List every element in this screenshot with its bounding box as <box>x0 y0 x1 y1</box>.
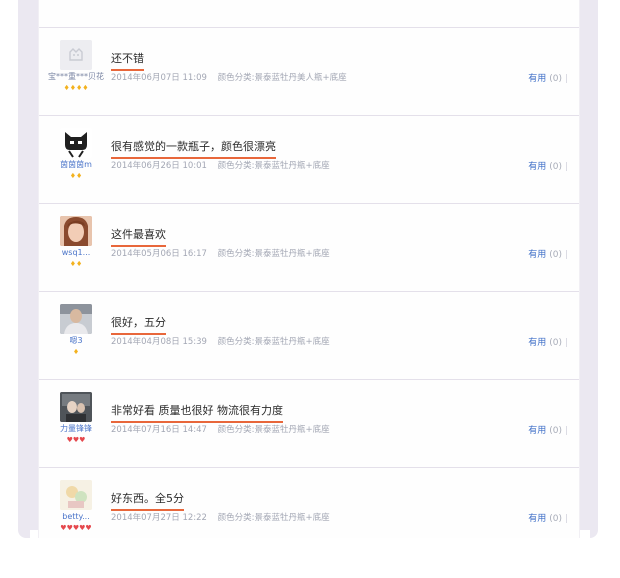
useful-vote: 有用 (0) <box>528 161 567 173</box>
divider <box>566 514 567 523</box>
buyer-level-badge: ♦♦ <box>69 172 83 180</box>
divider <box>566 74 567 83</box>
divider <box>566 426 567 435</box>
review-meta: 2014年07月27日 12:22 颜色分类:景泰蓝牡丹瓶+底座 <box>111 512 330 524</box>
review-row: wsq1... ♦♦ 这件最喜欢 2014年05月06日 16:17 颜色分类:… <box>39 203 579 292</box>
review-username[interactable]: 茵茵茵m <box>45 160 107 170</box>
review-comment: 非常好看 质量也很好 物流很有力度 <box>111 404 283 423</box>
useful-button[interactable]: 有用 <box>528 250 546 260</box>
buyer-level-badge: ♦ <box>72 348 80 356</box>
useful-button[interactable]: 有用 <box>528 426 546 436</box>
useful-vote: 有用 (0) <box>528 73 567 85</box>
review-username[interactable]: 力量锋锋 <box>45 424 107 434</box>
review-row: 嗯3 ♦ 很好，五分 2014年04月08日 15:39 颜色分类:景泰蓝牡丹瓶… <box>39 291 579 380</box>
review-date: 2014年04月08日 15:39 <box>111 337 207 347</box>
review-meta: 2014年06月26日 10:01 颜色分类:景泰蓝牡丹瓶+底座 <box>111 160 330 172</box>
review-spec: 颜色分类:景泰蓝牡丹瓶+底座 <box>217 337 330 347</box>
buyer-level-badge: ♥♥♥♥♥ <box>60 524 92 532</box>
avatar-cat[interactable] <box>60 128 92 158</box>
review-username[interactable]: 嗯3 <box>45 336 107 346</box>
review-date: 2014年07月16日 14:47 <box>111 425 207 435</box>
avatar-default[interactable] <box>60 40 92 70</box>
divider <box>566 338 567 347</box>
review-spec: 颜色分类:景泰蓝牡丹瓶+底座 <box>217 161 330 171</box>
default-avatar-icon <box>60 40 92 70</box>
avatar-photo-man[interactable] <box>60 304 92 334</box>
review-comment: 很有感觉的一款瓶子，颜色很漂亮 <box>111 140 276 159</box>
review-date: 2014年06月26日 10:01 <box>111 161 207 171</box>
useful-count: (0) <box>549 514 562 524</box>
buyer-level-badge: ♦♦ <box>69 260 83 268</box>
review-row: 宝***重***贝花 ♦♦♦♦ 还不错 2014年06月07日 11:09 颜色… <box>39 27 579 116</box>
review-row: 茵茵茵m ♦♦ 很有感觉的一款瓶子，颜色很漂亮 2014年06月26日 10:0… <box>39 115 579 204</box>
avatar-photo-girl[interactable] <box>60 216 92 246</box>
buyer-level-badge: ♥♥♥ <box>66 436 86 444</box>
review-list: 宝***重***贝花 ♦♦♦♦ 还不错 2014年06月07日 11:09 颜色… <box>38 0 580 538</box>
useful-count: (0) <box>549 162 562 172</box>
useful-count: (0) <box>549 74 562 84</box>
review-comment: 还不错 <box>111 52 144 71</box>
useful-count: (0) <box>549 250 562 260</box>
useful-vote: 有用 (0) <box>528 425 567 437</box>
review-meta: 2014年06月07日 11:09 颜色分类:景泰蓝牡丹美人瓶+底座 <box>111 72 347 84</box>
portrait-avatar-icon <box>60 216 92 246</box>
review-spec: 颜色分类:景泰蓝牡丹瓶+底座 <box>217 425 330 435</box>
review-row: betty... ♥♥♥♥♥ 好东西。全5分 2014年07月27日 12:22… <box>39 467 579 538</box>
cat-avatar-icon <box>60 128 92 158</box>
useful-button[interactable]: 有用 <box>528 338 546 348</box>
useful-button[interactable]: 有用 <box>528 162 546 172</box>
avatar-photo-group[interactable] <box>60 392 92 422</box>
review-username[interactable]: 宝***重***贝花 <box>45 72 107 82</box>
portrait-avatar-icon <box>60 392 92 422</box>
review-meta: 2014年04月08日 15:39 颜色分类:景泰蓝牡丹瓶+底座 <box>111 336 330 348</box>
review-row-previous <box>39 0 579 28</box>
useful-vote: 有用 (0) <box>528 513 567 525</box>
useful-count: (0) <box>549 426 562 436</box>
useful-count: (0) <box>549 338 562 348</box>
buyer-level-badge: ♦♦♦♦ <box>63 84 89 92</box>
portrait-avatar-icon <box>60 304 92 334</box>
review-username[interactable]: betty... <box>45 512 107 522</box>
review-spec: 颜色分类:景泰蓝牡丹瓶+底座 <box>217 249 330 259</box>
avatar-cartoon[interactable] <box>60 480 92 510</box>
review-comment: 好东西。全5分 <box>111 492 184 511</box>
review-comment: 很好，五分 <box>111 316 166 335</box>
review-date: 2014年06月07日 11:09 <box>111 73 207 83</box>
divider <box>566 162 567 171</box>
review-spec: 颜色分类:景泰蓝牡丹瓶+底座 <box>217 513 330 523</box>
useful-button[interactable]: 有用 <box>528 514 546 524</box>
review-meta: 2014年05月06日 16:17 颜色分类:景泰蓝牡丹瓶+底座 <box>111 248 330 260</box>
cartoon-avatar-icon <box>60 480 92 510</box>
useful-button[interactable]: 有用 <box>528 74 546 84</box>
review-spec: 颜色分类:景泰蓝牡丹美人瓶+底座 <box>217 73 347 83</box>
review-date: 2014年05月06日 16:17 <box>111 249 207 259</box>
useful-vote: 有用 (0) <box>528 337 567 349</box>
useful-vote: 有用 (0) <box>528 249 567 261</box>
review-comment: 这件最喜欢 <box>111 228 166 247</box>
review-row: 力量锋锋 ♥♥♥ 非常好看 质量也很好 物流很有力度 2014年07月16日 1… <box>39 379 579 468</box>
divider <box>566 250 567 259</box>
review-username[interactable]: wsq1... <box>45 248 107 258</box>
review-meta: 2014年07月16日 14:47 颜色分类:景泰蓝牡丹瓶+底座 <box>111 424 330 436</box>
review-date: 2014年07月27日 12:22 <box>111 513 207 523</box>
